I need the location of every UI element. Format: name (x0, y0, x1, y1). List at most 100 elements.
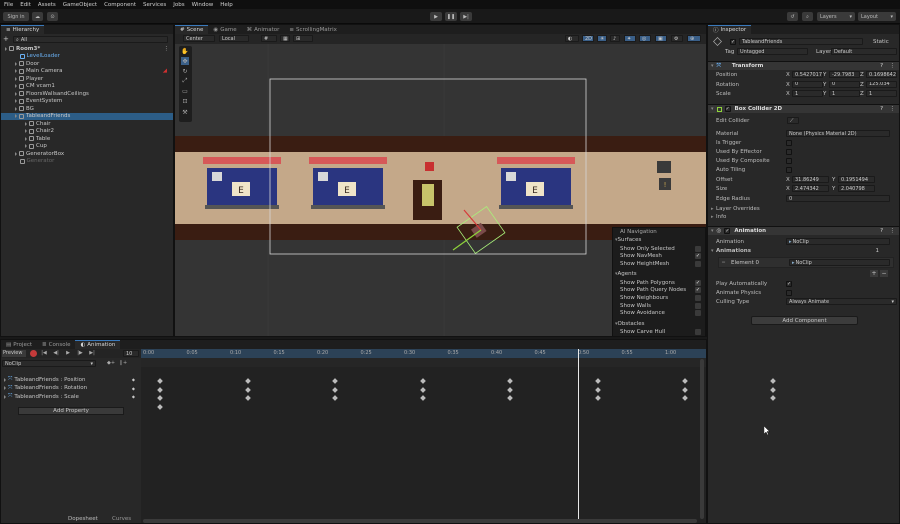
history-icon[interactable]: ↺ (787, 12, 798, 21)
menu-assets[interactable]: Assets (38, 2, 56, 8)
culling-type-dropdown[interactable]: Always Animate ▾ (786, 298, 897, 305)
menu-component[interactable]: Component (104, 2, 136, 8)
is-trigger-checkbox[interactable] (786, 140, 792, 146)
keyframe[interactable] (157, 378, 163, 384)
hierarchy-item[interactable]: GeneratorBox (1, 150, 173, 158)
add-component-button[interactable]: Add Component (751, 316, 858, 325)
hierarchy-item[interactable]: Door (1, 60, 173, 68)
keyframe[interactable] (682, 378, 688, 384)
ai-nav-option[interactable]: Show HeightMesh (620, 260, 701, 268)
hierarchy-item[interactable]: LevelLoader (1, 53, 173, 61)
first-key-icon[interactable]: |◀ (40, 349, 48, 357)
hierarchy-item[interactable]: Player (1, 75, 173, 83)
add-icon[interactable]: + (3, 35, 11, 43)
mode-2d-button[interactable]: 2D (582, 35, 594, 42)
add-event-icon[interactable]: ❙+ (119, 359, 127, 367)
layer-dropdown[interactable]: Default (831, 48, 897, 55)
keyframe[interactable] (332, 395, 338, 401)
keyframe[interactable] (332, 378, 338, 384)
shading-icon[interactable]: ◐ (565, 35, 579, 42)
transform-x-field[interactable]: 0.5427017 (792, 71, 823, 78)
preview-button[interactable]: Preview (2, 350, 26, 357)
expand-arrow-icon[interactable] (15, 151, 17, 156)
transform-header[interactable]: ▾ ⤧ Transform ? ⋮ (708, 61, 899, 70)
expand-arrow-icon[interactable] (5, 46, 7, 51)
keyframe-diamond-icon[interactable]: ◆ (132, 394, 135, 399)
expand-arrow-icon[interactable] (25, 136, 27, 141)
list-remove-button[interactable]: − (880, 270, 888, 277)
menu-jobs[interactable]: Jobs (173, 2, 184, 8)
horizontal-scrollbar[interactable] (143, 519, 697, 523)
transform-y-field[interactable]: 0 (829, 80, 860, 88)
audio-icon[interactable]: ♪ (610, 35, 620, 42)
navigation-overlay-icon[interactable]: ⊕ (687, 35, 701, 42)
add-property-button[interactable]: Add Property (18, 407, 124, 415)
animated-property-row[interactable]: ⤧ TableandFriends : Position ◆ (1, 376, 141, 384)
play-icon[interactable]: ▶ (64, 349, 72, 357)
help-icon[interactable]: ? (880, 63, 883, 69)
menu-services[interactable]: Services (143, 2, 166, 8)
more-icon[interactable]: ⋮ (890, 63, 896, 69)
record-icon[interactable] (30, 350, 37, 357)
timeline-ruler[interactable]: 0:00 0:05 0:10 0:15 0:20 0:25 0:30 0:35 0:40 0:45… (141, 349, 706, 358)
transform-z-field[interactable]: 1 (866, 90, 897, 97)
hierarchy-item[interactable]: Cup (1, 143, 173, 151)
keyframe[interactable] (157, 403, 163, 410)
help-icon[interactable]: ? (880, 106, 883, 112)
element-field[interactable]: ▸ NoClip (789, 259, 890, 266)
keyframe[interactable] (507, 386, 513, 393)
grid-icon[interactable]: ▦ (280, 35, 290, 42)
animate-physics-checkbox[interactable] (786, 290, 792, 296)
animated-property-row[interactable]: ⤧ TableandFriends : Scale ◆ (1, 393, 141, 401)
last-key-icon[interactable]: ▶| (88, 349, 96, 357)
vertical-scrollbar[interactable] (700, 359, 704, 519)
transform-y-field[interactable]: 1 (829, 90, 860, 97)
hierarchy-item[interactable]: EventSystem (1, 98, 173, 106)
tab-inspector[interactable]: ⓘ Inspector (708, 25, 752, 34)
more-icon[interactable]: ⋮ (890, 228, 896, 234)
step-button[interactable]: ▶| (460, 12, 472, 21)
offset-x-field[interactable]: 31.86249 (792, 176, 829, 183)
ai-nav-option-checkbox[interactable] (695, 329, 701, 336)
keyframe-diamond-icon[interactable]: ◆ (132, 377, 135, 382)
transform-y-field[interactable]: -29.7983 (829, 71, 860, 78)
menu-edit[interactable]: Edit (20, 2, 31, 8)
used-by-composite-checkbox[interactable] (786, 158, 792, 164)
signin-button[interactable]: Sign in (3, 12, 29, 21)
list-add-button[interactable]: + (870, 270, 878, 277)
active-checkbox[interactable]: ✓ (730, 39, 736, 45)
hierarchy-item[interactable]: Room3* ⋮ (1, 45, 173, 53)
size-x-field[interactable]: 2.474342 (792, 185, 829, 192)
hierarchy-item[interactable]: Main Camera ◢ (1, 68, 173, 76)
hierarchy-item[interactable]: Chair2 (1, 128, 173, 136)
hierarchy-item[interactable]: Generator (1, 158, 173, 166)
expand-arrow-icon[interactable] (25, 144, 27, 149)
expand-arrow-icon[interactable] (15, 69, 17, 74)
keyframe[interactable] (244, 378, 251, 384)
keyframe[interactable] (594, 386, 601, 393)
hierarchy-item[interactable]: BG (1, 105, 173, 113)
expand-arrow-icon[interactable] (25, 121, 27, 126)
expand-arrow-icon[interactable] (15, 91, 17, 96)
animated-property-row[interactable]: ⤧ TableandFriends : Rotation ◆ (1, 385, 141, 393)
animation-enabled-checkbox[interactable]: ✓ (724, 228, 731, 234)
tab-scene[interactable]: # Scene (175, 25, 209, 34)
transform-x-field[interactable]: 1 (792, 90, 823, 97)
menu-window[interactable]: Window (192, 2, 214, 8)
transform-z-field[interactable]: 125.034 (866, 80, 897, 88)
info-row[interactable]: ▸ Info (708, 213, 899, 222)
grid-snap-icon[interactable]: # (261, 35, 277, 42)
edge-radius-field[interactable]: 0 (786, 195, 890, 202)
box-collider-enabled-checkbox[interactable]: ✓ (724, 106, 731, 112)
material-field[interactable]: None (Physics Material 2D) (786, 130, 890, 137)
tab-project[interactable]: ▤ Project (1, 340, 37, 349)
keyframe[interactable] (244, 395, 251, 401)
keyframe[interactable] (594, 395, 601, 401)
camera-icon[interactable]: ▣ (655, 35, 667, 42)
ai-nav-option-checkbox[interactable] (695, 302, 701, 309)
menu-file[interactable]: File (4, 2, 13, 8)
hidden-objects-icon[interactable]: ◎ (639, 35, 651, 42)
keyframe[interactable] (332, 386, 338, 393)
keyframe-diamond-icon[interactable]: ◆ (132, 386, 135, 391)
auto-tiling-checkbox[interactable] (786, 167, 792, 173)
